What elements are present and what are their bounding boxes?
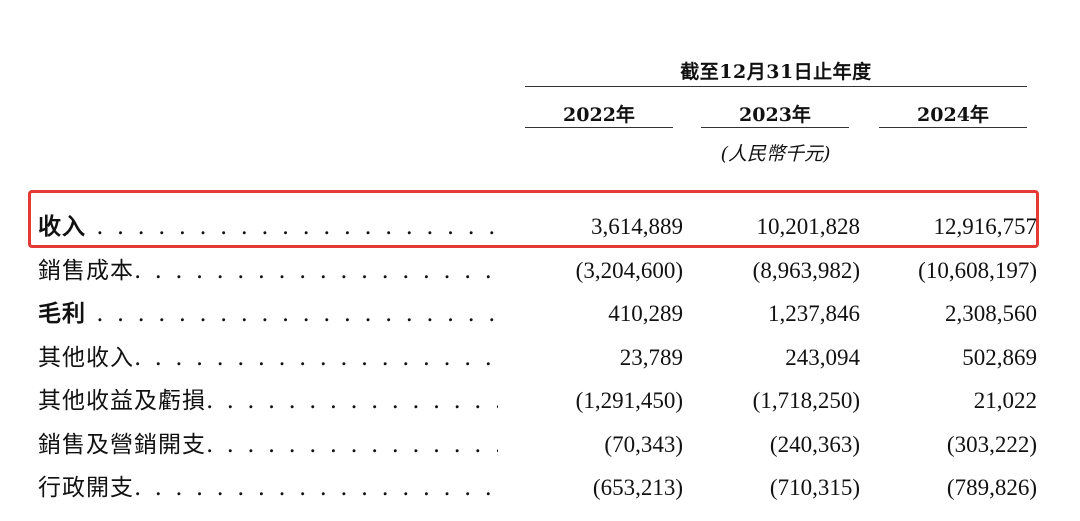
row-label-text: 行政開支 <box>38 475 134 501</box>
year-2024: 2024年 <box>917 104 989 126</box>
value-2024: 21,022 <box>973 388 1037 413</box>
row-label-text: 其他收入 <box>38 345 134 371</box>
value-2023: (8,963,982) <box>752 258 860 283</box>
leader-dots: . . . . . . . . . . . . . . . . . . . . … <box>206 432 498 458</box>
row-label-text: 毛利 <box>38 300 86 327</box>
table-row-other-gains-losses: 其他收益及虧損. . . . . . . . . . . . . . . . .… <box>0 379 1080 423</box>
highlight-box <box>28 190 1039 248</box>
row-label-text: 銷售成本 <box>38 258 134 284</box>
year-2022: 2022年 <box>563 104 635 126</box>
value-2022: 410,289 <box>608 301 683 326</box>
row-label-text: 銷售及營銷開支 <box>38 432 206 458</box>
table-row-gross-profit: 毛利 . . . . . . . . . . . . . . . . . . .… <box>0 292 1080 336</box>
period-rule <box>525 86 1027 87</box>
value-2022: (1,291,450) <box>575 388 683 413</box>
value-2022: (3,204,600) <box>575 258 683 283</box>
value-2024: 502,869 <box>962 345 1037 370</box>
value-2024: 2,308,560 <box>945 301 1037 326</box>
row-label: 銷售成本. . . . . . . . . . . . . . . . . . … <box>38 249 498 293</box>
value-2024: (789,826) <box>946 475 1037 500</box>
year-2023: 2023年 <box>739 104 811 126</box>
row-label: 銷售及營銷開支. . . . . . . . . . . . . . . . .… <box>38 423 498 467</box>
year-2024-rule <box>879 127 1027 128</box>
year-2023-rule <box>701 127 849 128</box>
row-label: 其他收入. . . . . . . . . . . . . . . . . . … <box>38 336 498 380</box>
value-2022: 23,789 <box>619 345 683 370</box>
value-2023: (710,315) <box>769 475 860 500</box>
value-2022: (653,213) <box>592 475 683 500</box>
value-2024: (303,222) <box>946 432 1037 457</box>
value-2024: (10,608,197) <box>918 258 1037 283</box>
leader-dots: . . . . . . . . . . . . . . . . . . . . … <box>206 388 498 414</box>
leader-dots: . . . . . . . . . . . . . . . . . . . . … <box>134 475 498 501</box>
table-row-selling-marketing: 銷售及營銷開支. . . . . . . . . . . . . . . . .… <box>0 423 1080 467</box>
table-row-other-income: 其他收入. . . . . . . . . . . . . . . . . . … <box>0 336 1080 380</box>
year-2022-rule <box>525 127 673 128</box>
value-2023: (240,363) <box>769 432 860 457</box>
leader-dots: . . . . . . . . . . . . . . . . . . . . … <box>134 345 498 371</box>
currency-unit: (人民幣千元) <box>720 143 831 165</box>
table-row-administrative: 行政開支. . . . . . . . . . . . . . . . . . … <box>0 466 1080 510</box>
leader-dots: . . . . . . . . . . . . . . . . . . . . … <box>96 301 498 327</box>
value-2023: 243,094 <box>785 345 860 370</box>
value-2022: (70,343) <box>604 432 683 457</box>
row-label: 其他收益及虧損. . . . . . . . . . . . . . . . .… <box>38 379 498 423</box>
row-label: 毛利 . . . . . . . . . . . . . . . . . . .… <box>38 292 498 336</box>
period-title: 截至12月31日止年度 <box>680 61 872 83</box>
value-2023: 1,237,846 <box>768 301 860 326</box>
value-2023: (1,718,250) <box>752 388 860 413</box>
row-label: 行政開支. . . . . . . . . . . . . . . . . . … <box>38 466 498 510</box>
leader-dots: . . . . . . . . . . . . . . . . . . . . … <box>134 258 498 284</box>
table-row-cost-of-sales: 銷售成本. . . . . . . . . . . . . . . . . . … <box>0 249 1080 293</box>
row-label-text: 其他收益及虧損 <box>38 388 206 414</box>
